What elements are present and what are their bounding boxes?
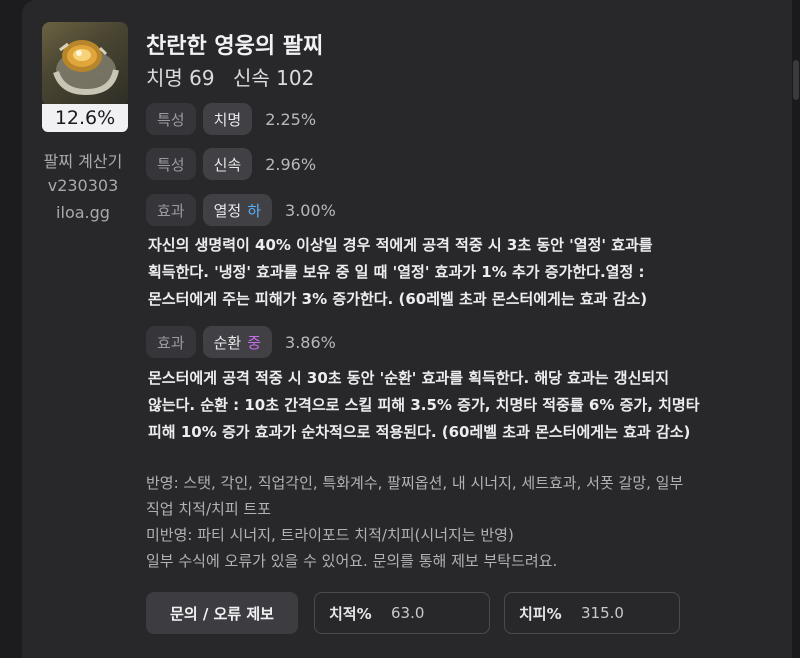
desc-line: 몬스터에게 주는 피해가 3% 증가한다. (60레벨 초과 몬스터에게는 효과… — [148, 290, 648, 308]
option-value: 2.96% — [265, 154, 317, 174]
note-line: 미반영: 파티 시너지, 트라이포드 치적/치피(시너지는 반영) — [146, 526, 514, 544]
option-value: 3.86% — [285, 332, 336, 352]
desc-line: 자신의 생명력이 40% 이상일 경우 적에게 공격 적중 시 3초 동안 '열… — [148, 236, 653, 254]
crit-damage-field[interactable]: 치피% 315.0 — [504, 592, 680, 634]
crit-rate-field[interactable]: 치적% 63.0 — [314, 592, 490, 634]
desc-line: 피해 10% 증가 효과가 순차적으로 적용된다. (60레벨 초과 몬스터에게… — [148, 423, 691, 441]
bracelet-icon — [42, 22, 128, 106]
note-line: 일부 수식에 오류가 있을 수 있어요. 문의를 통해 제보 부탁드려요. — [146, 552, 558, 570]
option-name: 열정 하 — [202, 194, 273, 226]
scrollbar-track[interactable] — [792, 0, 800, 658]
option-value: 2.25% — [265, 109, 317, 129]
option-value: 3.00% — [285, 200, 336, 220]
option-grade: 하 — [247, 201, 262, 220]
option-description: 몬스터에게 공격 적중 시 30초 동안 '순환' 효과를 획득한다. 해당 효… — [148, 365, 768, 446]
note-line: 반영: 스탯, 각인, 직업각인, 특화계수, 팔찌옵션, 내 시너지, 세트효… — [146, 474, 684, 492]
stat-swift: 신속 102 — [232, 66, 315, 90]
option-name: 순환 중 — [202, 326, 273, 358]
report-button[interactable]: 문의 / 오류 제보 — [146, 592, 298, 634]
option-name-label: 순환 — [213, 333, 242, 352]
option-tag: 특성 — [146, 148, 196, 180]
desc-line: 몬스터에게 공격 적중 시 30초 동안 '순환' 효과를 획득한다. 해당 효… — [148, 369, 670, 387]
item-stats: 치명 69 신속 102 — [146, 62, 326, 91]
stat-crit: 치명 69 — [146, 66, 215, 90]
crit-damage-value[interactable]: 315.0 — [581, 604, 624, 622]
option-row: 특성 치명 2.25% — [146, 102, 316, 136]
option-name: 치명 — [202, 103, 253, 135]
calc-notes: 반영: 스탯, 각인, 직업각인, 특화계수, 팔찌옵션, 내 시너지, 세트효… — [146, 470, 766, 574]
item-title: 찬란한 영웅의 팔찌 — [146, 34, 324, 59]
option-name-label: 열정 — [213, 201, 242, 220]
option-tag: 특성 — [146, 103, 196, 135]
app-version: v230303 — [47, 176, 119, 195]
option-row: 효과 열정 하 3.00% — [146, 193, 336, 227]
option-tag: 효과 — [146, 194, 196, 226]
option-row: 효과 순환 중 3.86% — [146, 325, 336, 359]
scrollbar-thumb[interactable] — [793, 60, 799, 100]
app-name: 팔찌 계산기 — [43, 152, 123, 171]
quality-percent: 12.6% — [42, 104, 128, 132]
option-tag: 효과 — [146, 326, 196, 358]
crit-rate-label: 치적% — [329, 604, 372, 623]
option-description: 자신의 생명력이 40% 이상일 경우 적에게 공격 적중 시 3초 동안 '열… — [148, 232, 768, 313]
desc-line: 획득한다. '냉정' 효과를 보유 중 일 때 '열정' 효과가 1% 추가 증… — [148, 263, 645, 281]
option-row: 특성 신속 2.96% — [146, 147, 316, 181]
desc-line: 않는다. 순환 : 10초 간격으로 스킬 피해 3.5% 증가, 치명타 적중… — [148, 396, 700, 414]
app-site[interactable]: iloa.gg — [26, 203, 140, 222]
crit-damage-label: 치피% — [519, 604, 562, 623]
option-grade: 중 — [247, 333, 262, 352]
option-name: 신속 — [202, 148, 253, 180]
note-line: 직업 치적/치피 트포 — [146, 500, 271, 518]
crit-rate-value[interactable]: 63.0 — [391, 604, 424, 622]
